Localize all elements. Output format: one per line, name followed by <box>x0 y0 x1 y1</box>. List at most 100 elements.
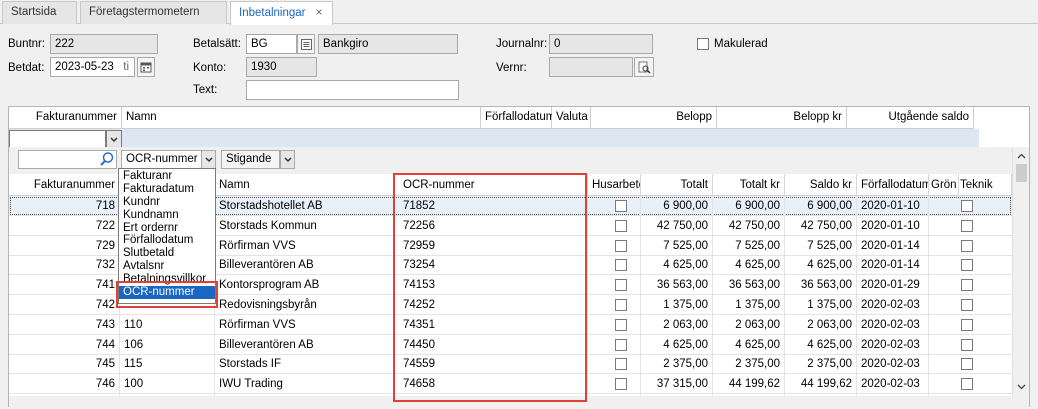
tab-startsida[interactable]: Startsida <box>2 1 77 24</box>
search-icon[interactable] <box>99 151 115 170</box>
cell-totalt-kr: 7 525,00 <box>713 235 785 256</box>
husarbete-checkbox[interactable] <box>615 299 627 311</box>
col-totalt-kr[interactable]: Totalt kr <box>713 174 785 196</box>
cell-gron-teknik <box>929 196 1012 216</box>
chevron-down-icon[interactable] <box>280 150 295 169</box>
calendar-icon[interactable] <box>137 57 155 77</box>
husarbete-checkbox[interactable] <box>615 338 627 351</box>
dropdown-option[interactable]: Ert ordernr <box>119 222 215 235</box>
gron-teknik-checkbox[interactable] <box>961 338 973 351</box>
husarbete-checkbox[interactable] <box>615 279 627 292</box>
gron-teknik-checkbox[interactable] <box>961 279 973 292</box>
text-field[interactable] <box>246 80 459 100</box>
cell-kundnr: 110 <box>120 314 215 335</box>
col-valuta[interactable]: Valuta <box>552 107 591 129</box>
gron-teknik-checkbox[interactable] <box>961 219 973 232</box>
cell-forfallodatum: 2020-01-14 <box>857 235 929 256</box>
cell-saldo-kr: 6 900,00 <box>785 196 857 216</box>
husarbete-checkbox[interactable] <box>615 200 627 212</box>
gron-teknik-checkbox[interactable] <box>961 239 973 252</box>
chevron-down-icon[interactable] <box>201 150 216 169</box>
col-saldo-kr[interactable]: Saldo kr <box>785 174 857 196</box>
dropdown-option[interactable]: Förfallodatum <box>119 234 215 247</box>
chevron-up-icon[interactable] <box>1017 150 1026 162</box>
dropdown-option[interactable]: Fakturadatum <box>119 183 215 196</box>
cell-forfallodatum: 2020-02-03 <box>857 314 929 335</box>
gron-teknik-checkbox[interactable] <box>961 200 973 212</box>
husarbete-checkbox[interactable] <box>615 239 627 252</box>
husarbete-checkbox[interactable] <box>615 219 627 232</box>
cell-totalt-kr: 44 199,62 <box>713 374 785 395</box>
gron-teknik-checkbox[interactable] <box>961 299 973 311</box>
col-forfallodatum[interactable]: Förfallodatum <box>481 107 555 129</box>
col-forfallodatum[interactable]: Förfallodatum <box>857 174 929 196</box>
dropdown-option[interactable]: Avtalsnr <box>119 260 215 273</box>
col-totalt[interactable]: Totalt <box>641 174 713 196</box>
close-icon[interactable]: × <box>316 5 323 19</box>
cell-husarbete <box>588 354 641 375</box>
betalsatt-field[interactable]: BG <box>246 34 297 54</box>
cell-kundnr: 100 <box>120 374 215 395</box>
search-voucher-icon[interactable] <box>634 57 654 77</box>
col-husarbete[interactable]: Husarbete <box>588 174 641 196</box>
ocr-option-highlight <box>116 281 218 308</box>
husarbete-checkbox[interactable] <box>615 259 627 272</box>
husarbete-checkbox[interactable] <box>615 318 627 331</box>
cell-totalt-kr: 2 375,00 <box>713 354 785 375</box>
cell-saldo-kr: 1 375,00 <box>785 295 857 315</box>
journalnr-label: Journalnr: <box>496 38 548 50</box>
cell-namn: Grossisten HB <box>215 394 394 396</box>
scrollbar-thumb[interactable] <box>1016 164 1027 182</box>
cell-totalt: 37 315,00 <box>641 374 713 395</box>
makulerad-checkbox[interactable] <box>697 38 709 50</box>
dropdown-option[interactable]: Kundnr <box>119 196 215 209</box>
dropdown-option[interactable]: Kundnamn <box>119 209 215 222</box>
betdat-field[interactable]: 2023-05-23 ti <box>50 57 135 77</box>
gron-teknik-checkbox[interactable] <box>961 259 973 272</box>
chevron-down-icon[interactable] <box>1017 381 1026 393</box>
cell-namn: Storstads Kommun <box>215 215 394 236</box>
col-utgaende-saldo[interactable]: Utgående saldo <box>847 107 974 129</box>
husarbete-checkbox[interactable] <box>615 358 627 371</box>
col-teknik[interactable]: Teknik <box>959 174 1012 196</box>
gron-teknik-checkbox[interactable] <box>961 378 973 391</box>
col-namn[interactable]: Namn <box>122 107 481 129</box>
col-belopp-kr[interactable]: Belopp kr <box>717 107 847 129</box>
tab-inbetalningar[interactable]: Inbetalningar × <box>230 1 333 25</box>
cell-gron-teknik <box>929 315 1012 335</box>
col-belopp[interactable]: Belopp <box>591 107 717 129</box>
dropdown-option[interactable]: Fakturanr <box>119 170 215 183</box>
journalnr-field[interactable]: 0 <box>549 34 653 54</box>
list-lookup-icon[interactable] <box>297 34 315 54</box>
husarbete-checkbox[interactable] <box>615 378 627 391</box>
vernr-field[interactable] <box>549 57 633 77</box>
cell-namn: Kontorsprogram AB <box>215 275 394 296</box>
cell-namn: Redovisningsbyrån <box>215 295 394 315</box>
tab-foretagstermometern[interactable]: Företagstermometern <box>80 1 227 24</box>
cell-namn: Storstadshotellet AB <box>215 196 394 216</box>
cell-gron-teknik <box>929 335 1012 355</box>
cell-totalt: 7 525,00 <box>641 235 713 256</box>
col-fakturanummer[interactable]: Fakturanummer <box>9 174 120 196</box>
cell-totalt: 36 563,00 <box>641 275 713 296</box>
buntnr-field[interactable]: 222 <box>50 34 158 54</box>
dropdown-option[interactable]: Slutbetald <box>119 247 215 260</box>
cell-totalt-kr: 4 625,00 <box>713 255 785 276</box>
sort-field-select[interactable]: OCR-nummer <box>121 150 202 169</box>
gron-teknik-checkbox[interactable] <box>961 358 973 371</box>
cell-saldo-kr: 36 563,00 <box>785 275 857 296</box>
scrollbar[interactable] <box>1012 148 1029 396</box>
tab-label: Företagstermometern <box>89 6 200 18</box>
cell-fakturanummer: 742 <box>9 295 120 315</box>
cell-saldo-kr: 2 375,00 <box>785 354 857 375</box>
cell-saldo-kr: 120 625,00 <box>785 394 857 396</box>
col-namn[interactable]: Namn <box>215 174 394 196</box>
col-fakturanummer[interactable]: Fakturanummer <box>9 107 122 129</box>
cell-forfallodatum: 2020-02-03 <box>857 354 929 375</box>
cell-gron-teknik <box>929 236 1012 256</box>
col-gron[interactable]: Grön <box>929 174 959 196</box>
sort-order-select[interactable]: Stigande <box>221 150 280 169</box>
konto-field[interactable]: 1930 <box>246 57 317 77</box>
cell-saldo-kr: 4 625,00 <box>785 255 857 276</box>
gron-teknik-checkbox[interactable] <box>961 318 973 331</box>
